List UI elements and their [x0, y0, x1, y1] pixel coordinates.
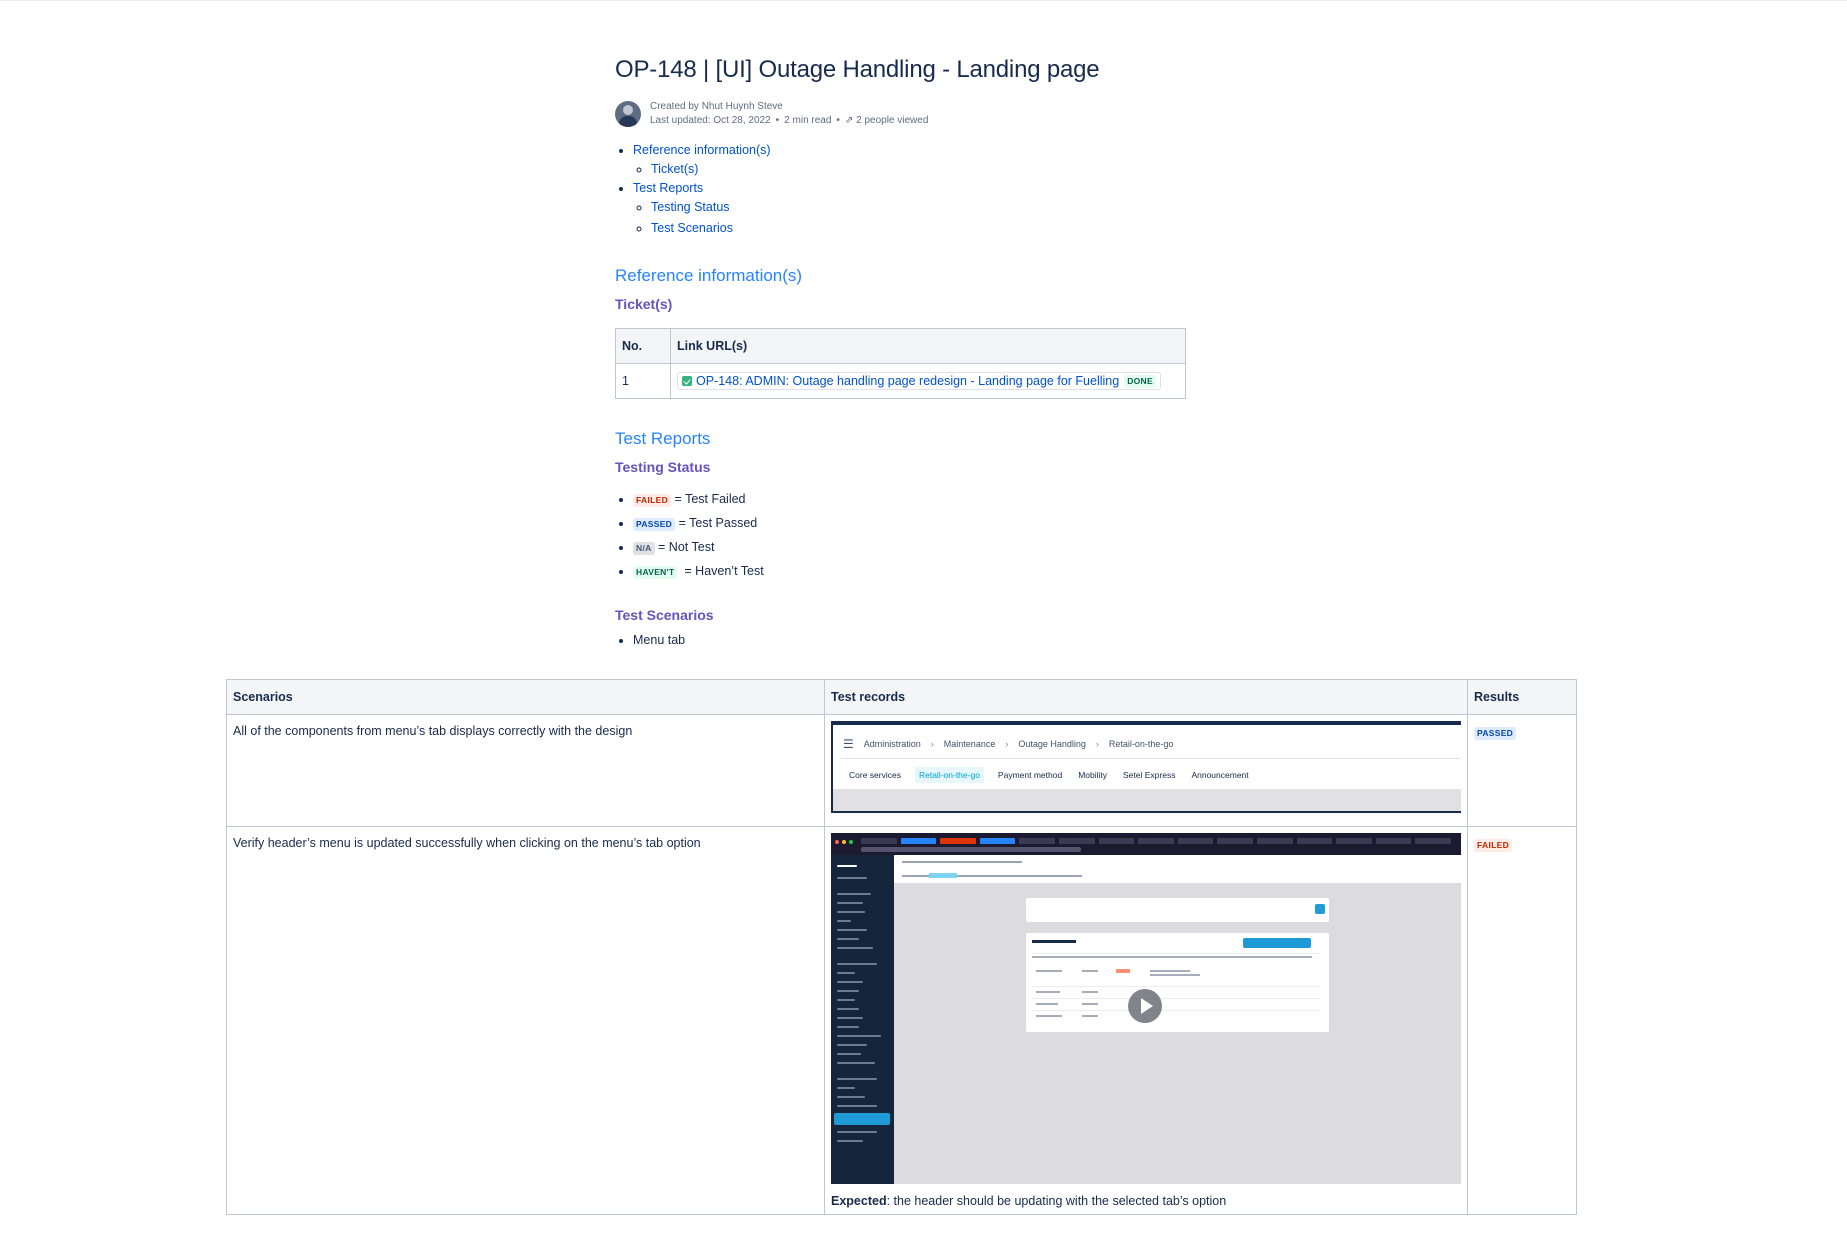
story-icon: [682, 376, 692, 386]
toc-link-tickets[interactable]: Ticket(s): [651, 162, 698, 176]
col-header-results: Results: [1467, 679, 1577, 715]
test-reports-heading: Test Reports: [615, 429, 711, 448]
result-badge: PASSED: [1474, 727, 1517, 740]
toc-subitem: Ticket(s): [651, 160, 1315, 179]
menu-icon: ☰: [843, 737, 854, 751]
col-header-scenarios: Scenarios: [226, 679, 825, 715]
list-item: PASSED = Test Passed: [633, 511, 1315, 535]
list-item: HAVEN'T = Haven’t Test: [633, 559, 1315, 583]
last-updated[interactable]: Last updated: Oct 28, 2022: [650, 115, 771, 126]
scenario-text: All of the components from menu’s tab di…: [226, 714, 825, 827]
cell-link: OP-148: ADMIN: Outage handling page rede…: [670, 363, 1186, 399]
scenario-text: Verify header’s menu is updated successf…: [226, 826, 825, 1215]
chart-icon: ⇗: [844, 115, 854, 126]
top-divider: [0, 0, 1847, 1]
toc-item: Test Reports Testing Status Test Scenari…: [633, 179, 1315, 238]
havent-badge: HAVEN'T: [633, 566, 678, 579]
test-scenarios-heading: Test Scenarios: [615, 607, 714, 623]
jira-issue-link[interactable]: OP-148: ADMIN: Outage handling page rede…: [677, 372, 1161, 390]
table-row: 1 OP-148: ADMIN: Outage handling page re…: [615, 363, 1186, 399]
testing-status-heading: Testing Status: [615, 459, 711, 475]
na-badge: N/A: [633, 542, 655, 555]
toc-link-test-scenarios[interactable]: Test Scenarios: [651, 221, 733, 235]
table-row: All of the components from menu’s tab di…: [226, 714, 1577, 827]
list-item: N/A = Not Test: [633, 535, 1315, 559]
col-header-test-records: Test records: [824, 679, 1468, 715]
failed-badge: FAILED: [633, 494, 672, 507]
list-item: Menu tab: [633, 633, 1315, 647]
reference-heading: Reference information(s): [615, 266, 803, 285]
result-cell: PASSED: [1467, 714, 1577, 827]
read-time: 2 min read: [784, 115, 832, 126]
passed-badge: PASSED: [633, 518, 676, 531]
toc-link-reference[interactable]: Reference information(s): [633, 143, 771, 157]
list-item: FAILED = Test Failed: [633, 487, 1315, 511]
screenshot-tabs: Core services Retail-on-the-go Payment m…: [847, 767, 1251, 783]
table-of-contents: Reference information(s) Ticket(s) Test …: [615, 141, 1315, 238]
page-meta: Created by Nhut Huynh Steve Last updated…: [650, 101, 929, 126]
result-badge: FAILED: [1474, 839, 1513, 852]
test-record: Expected: the header should be updating …: [824, 826, 1468, 1215]
expected-result: Expected: the header should be updating …: [831, 1194, 1227, 1208]
table-row: Verify header’s menu is updated successf…: [226, 826, 1577, 1215]
screenshot-breadcrumb: ☰ Administration › Maintenance › Outage Ha…: [843, 737, 1174, 751]
toc-link-test-reports[interactable]: Test Reports: [633, 181, 703, 195]
tickets-table: No. Link URL(s) 1 OP-148: ADMIN: Outage …: [615, 328, 1186, 399]
scenarios-table: Scenarios Test records Results All of th…: [226, 679, 1577, 1215]
screenshot-image[interactable]: ☰ Administration › Maintenance › Outage Ha…: [831, 721, 1461, 813]
page-content: OP-148 | [UI] Outage Handling - Landing …: [615, 52, 1315, 647]
scenario-list: Menu tab: [615, 633, 1315, 647]
status-legend: FAILED = Test Failed PASSED = Test Passe…: [615, 487, 1315, 583]
views-count[interactable]: 2 people viewed: [856, 115, 928, 126]
toc-subitem: Testing Status: [651, 198, 1315, 217]
avatar[interactable]: [615, 101, 641, 127]
tickets-heading: Ticket(s): [615, 296, 673, 312]
created-by: Created by Nhut Huynh Steve: [650, 101, 783, 112]
play-icon[interactable]: [1128, 989, 1162, 1023]
col-header-no: No.: [615, 328, 671, 364]
status-badge: DONE: [1124, 374, 1156, 388]
test-record: ☰ Administration › Maintenance › Outage Ha…: [824, 714, 1468, 827]
col-header-link: Link URL(s): [670, 328, 1186, 364]
toc-item: Reference information(s) Ticket(s): [633, 141, 1315, 179]
video-recording[interactable]: [831, 833, 1461, 1184]
page-title: OP-148 | [UI] Outage Handling - Landing …: [615, 56, 1100, 83]
toc-subitem: Test Scenarios: [651, 219, 1315, 238]
result-cell: FAILED: [1467, 826, 1577, 1215]
cell-no: 1: [615, 363, 671, 399]
byline: Created by Nhut Huynh Steve Last updated…: [615, 100, 1315, 128]
toc-link-testing-status[interactable]: Testing Status: [651, 200, 730, 214]
